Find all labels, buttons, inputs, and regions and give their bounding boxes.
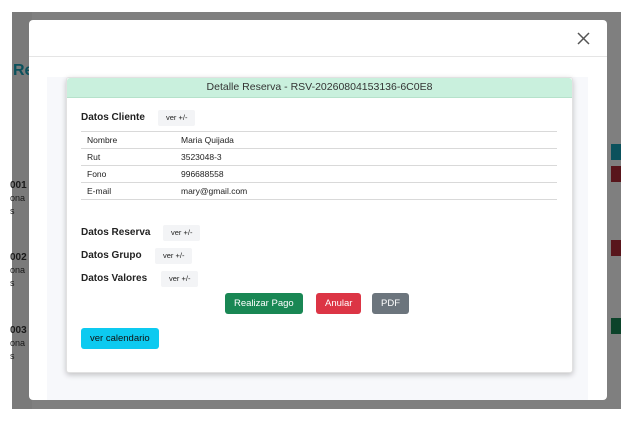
- values-toggle-button[interactable]: ver +/-: [161, 271, 199, 287]
- view-calendar-button[interactable]: ver calendario: [81, 328, 159, 349]
- table-row: Nombre Maria Quijada: [81, 131, 557, 149]
- table-row: Rut 3523048-3: [81, 148, 557, 166]
- client-field-label: Nombre: [81, 131, 175, 149]
- top-edge: [0, 0, 633, 12]
- reservation-toggle-button[interactable]: ver +/-: [163, 225, 201, 241]
- bottom-edge: [0, 409, 633, 421]
- cancel-reservation-button[interactable]: Anular: [316, 293, 362, 314]
- client-field-value: 996688558: [175, 165, 557, 183]
- values-section-title: Datos Valores: [81, 273, 148, 284]
- table-row: Fono 996688558: [81, 165, 557, 183]
- client-section-title: Datos Cliente: [81, 112, 145, 123]
- table-row: E-mail mary@gmail.com: [81, 182, 557, 200]
- reservation-modal: Detalle Reserva - RSV-20260804153136-6C0…: [29, 20, 607, 400]
- client-toggle-button[interactable]: ver +/-: [158, 110, 196, 126]
- group-section-title: Datos Grupo: [81, 250, 142, 261]
- client-field-label: Rut: [81, 148, 175, 166]
- pdf-button[interactable]: PDF: [372, 293, 409, 314]
- close-button[interactable]: [573, 28, 593, 48]
- card-title: Detalle Reserva - RSV-20260804153136-6C0…: [67, 78, 572, 98]
- client-info-table: Nombre Maria Quijada Rut 3523048-3 Fono …: [81, 131, 557, 200]
- close-icon: [576, 31, 590, 45]
- modal-header: [29, 20, 607, 57]
- client-field-value: Maria Quijada: [175, 131, 557, 149]
- client-field-label: Fono: [81, 165, 175, 183]
- client-field-label: E-mail: [81, 182, 175, 200]
- reservation-section-title: Datos Reserva: [81, 227, 151, 238]
- make-payment-button[interactable]: Realizar Pago: [225, 293, 303, 314]
- client-field-value: mary@gmail.com: [175, 182, 557, 200]
- client-field-value: 3523048-3: [175, 148, 557, 166]
- group-toggle-button[interactable]: ver +/-: [155, 248, 193, 264]
- reservation-detail-card: Detalle Reserva - RSV-20260804153136-6C0…: [66, 77, 573, 373]
